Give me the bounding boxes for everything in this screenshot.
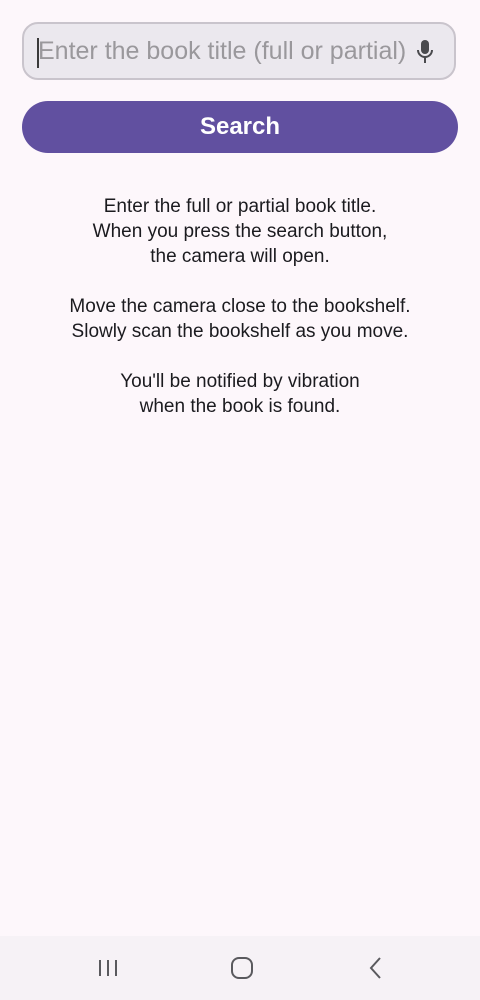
instruction-line: Move the camera close to the bookshelf. <box>69 296 411 317</box>
instruction-paragraph: Enter the full or partial book title. Wh… <box>0 194 480 269</box>
system-nav-bar <box>0 936 480 1000</box>
instructions: Enter the full or partial book title. Wh… <box>0 194 480 444</box>
microphone-icon[interactable] <box>412 38 438 66</box>
search-button[interactable]: Search <box>22 101 458 153</box>
home-icon[interactable] <box>222 952 262 984</box>
instruction-line: Enter the full or partial book title. <box>103 196 377 217</box>
search-field[interactable] <box>22 22 456 80</box>
instruction-line: When you press the search button, <box>92 221 388 242</box>
instruction-line: when the book is found. <box>139 396 341 417</box>
instruction-line: the camera will open. <box>150 246 330 267</box>
instruction-paragraph: You'll be notified by vibration when the… <box>0 369 480 419</box>
recent-apps-icon[interactable] <box>88 952 128 984</box>
back-icon[interactable] <box>356 952 396 984</box>
search-input[interactable] <box>38 24 408 78</box>
instruction-line: You'll be notified by vibration <box>120 371 360 392</box>
instruction-line: Slowly scan the bookshelf as you move. <box>71 321 409 342</box>
instruction-paragraph: Move the camera close to the bookshelf. … <box>0 294 480 344</box>
